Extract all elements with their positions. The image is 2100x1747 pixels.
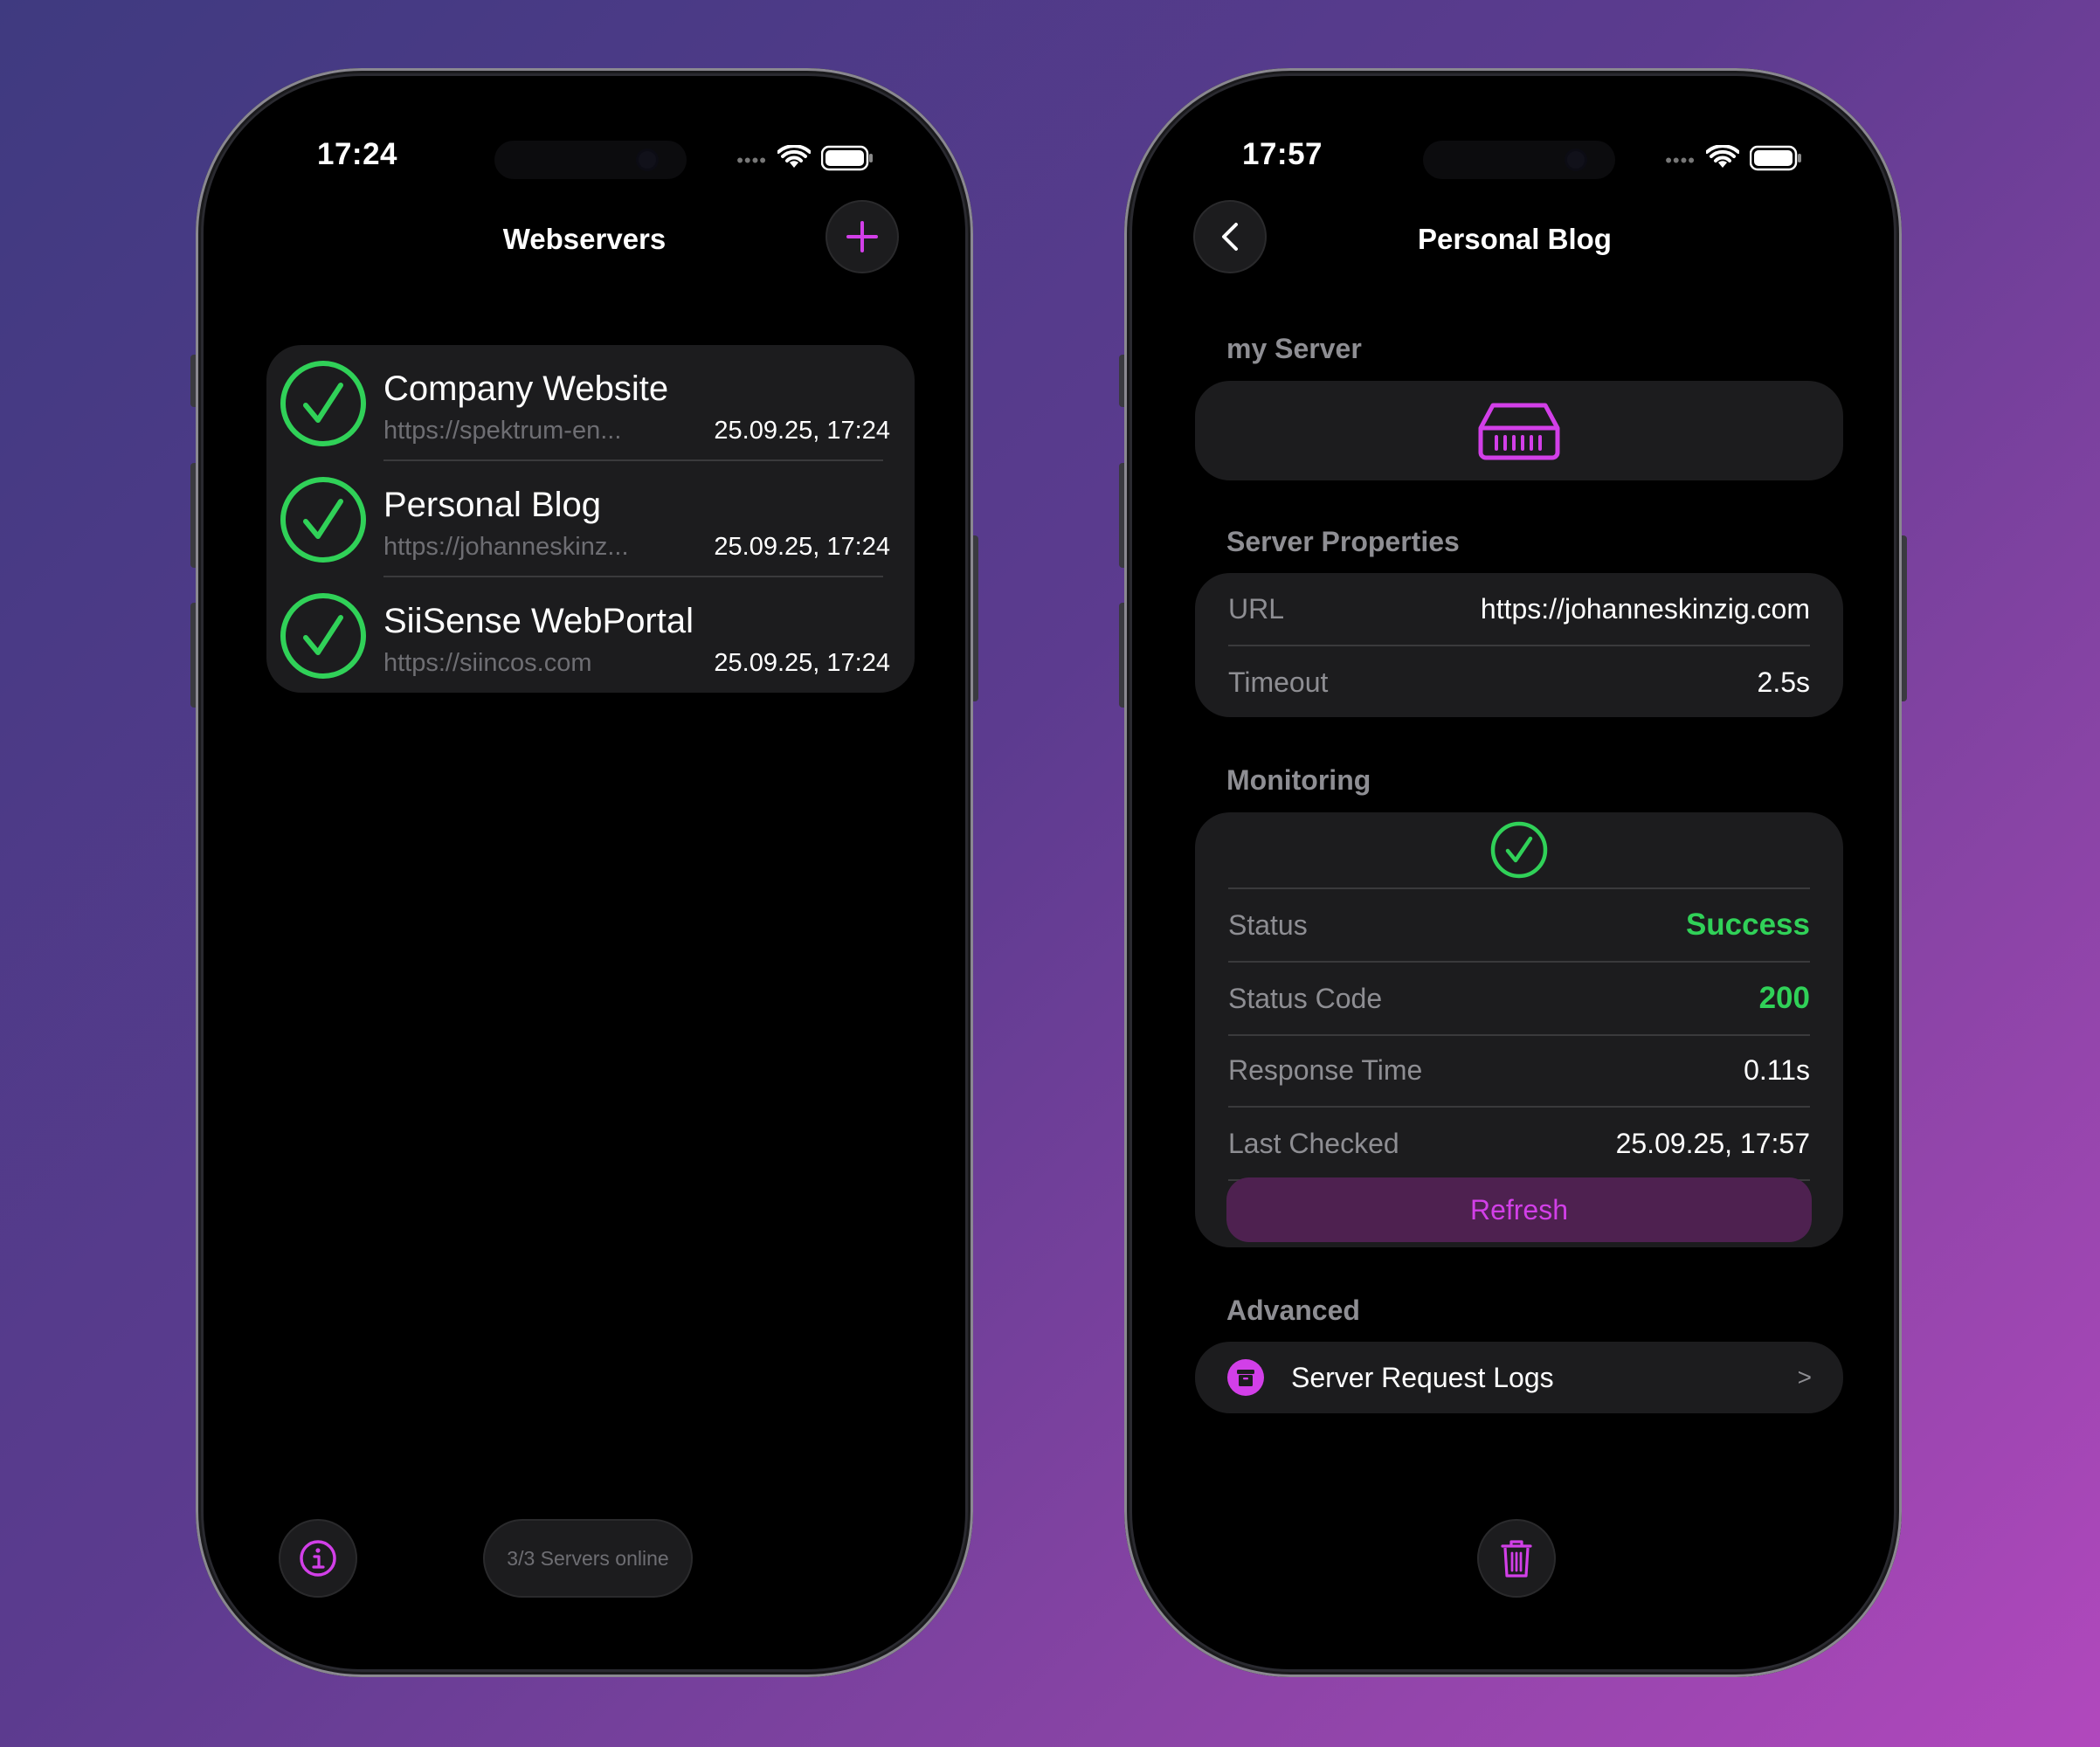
wifi-icon	[777, 145, 811, 168]
url-value: https://johanneskinzig.com	[1480, 592, 1810, 625]
camera	[639, 151, 656, 169]
server-list: Company Website https://spektrum-en... 2…	[266, 345, 915, 693]
plus-icon	[846, 221, 878, 252]
url-label: URL	[1228, 592, 1285, 625]
response-time-label: Response Time	[1228, 1053, 1423, 1086]
status-bar-icons: ••••	[1665, 144, 1802, 172]
signal-icon: ••••	[1665, 149, 1696, 171]
screen-server-detail: 17:57 •••• Personal Blog my Server Serve…	[1132, 76, 1894, 1669]
servers-online-badge: 3/3 Servers online	[483, 1519, 693, 1598]
server-name: Personal Blog	[383, 486, 602, 524]
status-row: Status Success	[1228, 889, 1810, 961]
response-time-value: 0.11s	[1744, 1053, 1810, 1086]
server-icon	[1478, 403, 1560, 460]
status-bar-icons: ••••	[736, 144, 874, 172]
timeout-label: Timeout	[1228, 666, 1329, 698]
response-time-row: Response Time 0.11s	[1228, 1034, 1810, 1106]
section-label-my-server: my Server	[1226, 333, 1362, 364]
refresh-button[interactable]: Refresh	[1226, 1177, 1812, 1242]
add-server-button[interactable]	[825, 200, 899, 273]
server-url: https://siincos.com	[383, 649, 592, 677]
info-icon	[300, 1540, 336, 1577]
section-label-server-properties: Server Properties	[1226, 526, 1460, 557]
server-name: Company Website	[383, 369, 669, 408]
check-circle-icon	[280, 593, 366, 679]
camera	[1567, 151, 1585, 169]
battery-icon	[821, 145, 873, 171]
server-url: https://spektrum-en...	[383, 417, 622, 445]
url-row[interactable]: URL https://johanneskinzig.com	[1228, 573, 1810, 645]
chevron-right-icon: >	[1797, 1364, 1812, 1391]
archive-icon	[1227, 1359, 1264, 1396]
status-bar-time: 17:57	[1242, 137, 1323, 171]
phone-frame-left: 17:24 •••• Webservers Company Website ht…	[190, 68, 978, 1677]
check-circle-icon	[280, 477, 366, 563]
status-value: Success	[1685, 908, 1810, 942]
dynamic-island	[1423, 141, 1615, 179]
last-checked-label: Last Checked	[1228, 1127, 1399, 1159]
server-row-personal-blog[interactable]: Personal Blog https://johanneskinz... 25…	[266, 461, 915, 577]
status-bar-time: 17:24	[317, 137, 398, 171]
server-name: SiiSense WebPortal	[383, 602, 694, 640]
section-label-monitoring: Monitoring	[1226, 764, 1371, 796]
monitoring-card: Status Success Status Code 200 Response …	[1195, 812, 1843, 1247]
server-request-logs-label: Server Request Logs	[1291, 1361, 1554, 1393]
status-code-value: 200	[1758, 981, 1810, 1015]
timeout-value: 2.5s	[1757, 666, 1810, 698]
status-label: Status	[1228, 908, 1308, 941]
status-code-label: Status Code	[1228, 982, 1383, 1014]
server-row-siisense-webportal[interactable]: SiiSense WebPortal https://siincos.com 2…	[266, 577, 915, 694]
signal-icon: ••••	[736, 149, 767, 171]
delete-server-button[interactable]	[1477, 1519, 1556, 1598]
server-last-checked: 25.09.25, 17:24	[714, 649, 890, 677]
server-url: https://johanneskinz...	[383, 533, 629, 561]
dynamic-island	[494, 141, 687, 179]
server-row-company-website[interactable]: Company Website https://spektrum-en... 2…	[266, 345, 915, 461]
server-last-checked: 25.09.25, 17:24	[714, 533, 890, 561]
check-circle-icon	[1490, 821, 1548, 879]
battery-icon	[1750, 145, 1801, 171]
check-circle-icon	[280, 361, 366, 446]
timeout-row[interactable]: Timeout 2.5s	[1228, 646, 1810, 718]
page-title: Personal Blog	[1418, 223, 1612, 255]
server-last-checked: 25.09.25, 17:24	[714, 417, 890, 445]
phone-frame-right: 17:57 •••• Personal Blog my Server Serve…	[1119, 68, 1907, 1677]
section-label-advanced: Advanced	[1226, 1295, 1360, 1326]
status-code-row: Status Code 200	[1228, 963, 1810, 1034]
info-button[interactable]	[279, 1519, 357, 1598]
wifi-icon	[1706, 145, 1739, 168]
screen-webservers: 17:24 •••• Webservers Company Website ht…	[204, 76, 965, 1669]
server-icon-card	[1195, 381, 1843, 480]
last-checked-value: 25.09.25, 17:57	[1615, 1127, 1810, 1159]
last-checked-row: Last Checked 25.09.25, 17:57	[1228, 1108, 1810, 1179]
trash-icon	[1501, 1540, 1532, 1578]
server-request-logs-row[interactable]: Server Request Logs >	[1195, 1342, 1843, 1413]
server-properties-card: URL https://johanneskinzig.com Timeout 2…	[1195, 573, 1843, 717]
